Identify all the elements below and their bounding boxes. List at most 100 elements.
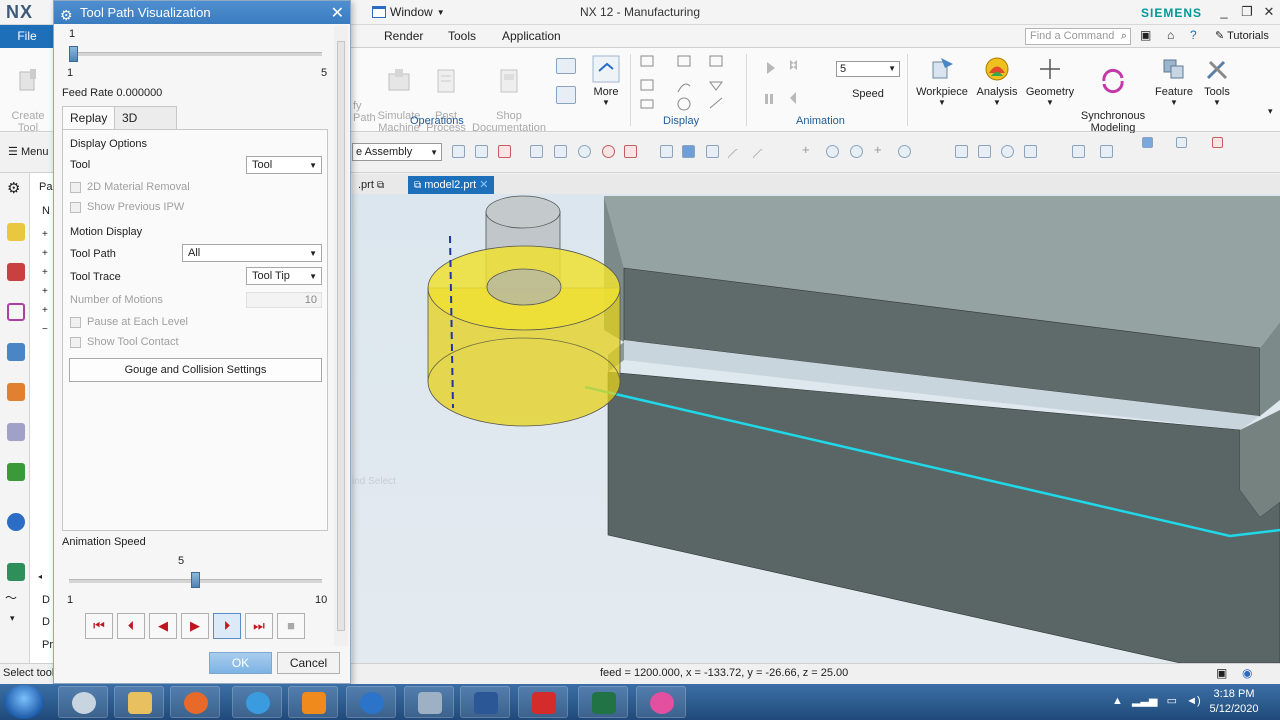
create-tool-button[interactable]: Create Tool	[8, 54, 48, 134]
geometry-button[interactable]: Geometry ▼	[1024, 54, 1076, 107]
scroll-down-icon[interactable]: ▾	[10, 613, 15, 624]
show-tool-contact-checkbox[interactable]	[70, 337, 81, 348]
machine-tool-icon[interactable]	[7, 263, 25, 281]
select-icon[interactable]	[452, 145, 465, 158]
view-fit-icon[interactable]	[955, 145, 968, 158]
rotate-icon[interactable]	[1001, 145, 1014, 158]
minimize-button[interactable]: _	[1213, 3, 1235, 21]
play-backward-button[interactable]: ◀	[149, 613, 177, 639]
2d-material-removal-checkbox[interactable]	[70, 182, 81, 193]
circle-icon[interactable]	[826, 145, 839, 158]
close-window-button[interactable]: ✕	[1258, 3, 1280, 21]
gouge-and-collision-settings-button[interactable]: Gouge and Collision Settings	[69, 358, 322, 382]
fast-forward-to-end-button[interactable]: ⏭	[245, 613, 273, 639]
status-globe-icon[interactable]: ◉	[1242, 666, 1252, 680]
dialog-scrollbar-thumb[interactable]	[337, 41, 345, 631]
restore-button[interactable]: ❐	[1236, 3, 1258, 21]
wcs-icon[interactable]	[1212, 137, 1223, 148]
help-icon[interactable]: ?	[1190, 28, 1197, 42]
plus-icon[interactable]: +	[802, 142, 815, 157]
graphics-window[interactable]: ind Select	[352, 194, 1280, 663]
solid-view-icon[interactable]	[682, 145, 695, 158]
display-mode-icon[interactable]	[1100, 145, 1113, 158]
layer-icon[interactable]	[1072, 145, 1085, 158]
circle-snap-icon[interactable]	[578, 145, 591, 158]
step-back-button[interactable]: ⏴	[117, 613, 145, 639]
orient-view-icon[interactable]	[1142, 137, 1153, 148]
gear-icon[interactable]: ⚙	[60, 4, 73, 27]
verify-path-button[interactable]: fy Path	[353, 54, 376, 124]
taskbar-app-generic[interactable]	[346, 686, 396, 718]
crosshair-icon[interactable]: +	[874, 142, 887, 157]
menu-button[interactable]: ☰ Menu	[8, 145, 48, 158]
tab-application[interactable]: Application	[502, 29, 561, 43]
render-style-icon[interactable]	[1176, 137, 1187, 148]
top-slider-thumb[interactable]	[69, 46, 78, 62]
pan-icon[interactable]	[1024, 145, 1037, 158]
tree-expanders[interactable]: + + + + + −	[42, 225, 48, 339]
analysis-button[interactable]: Analysis ▼	[974, 54, 1020, 107]
pause-at-each-level-checkbox[interactable]	[70, 317, 81, 328]
dialog-title-bar[interactable]: ⚙ Tool Path Visualization ✕	[54, 1, 350, 24]
taskbar-app-nx[interactable]	[58, 686, 108, 718]
show-previous-ipw-checkbox[interactable]	[70, 202, 81, 213]
filter-icon[interactable]	[475, 145, 488, 158]
tools-button[interactable]: Tools ▼	[1198, 54, 1236, 107]
tool-display-combo[interactable]: Tool ▼	[246, 156, 322, 174]
synchronous-modeling-button[interactable]: Synchronous Modeling	[1080, 54, 1146, 134]
constraint-navigator-icon[interactable]	[7, 383, 25, 401]
operation-icon[interactable]	[556, 58, 576, 74]
top-slider-track[interactable]	[69, 52, 322, 56]
start-button[interactable]	[4, 685, 44, 719]
tool-trace-combo[interactable]: Tool Tip ▼	[246, 267, 322, 285]
gear-icon[interactable]: ⚙	[7, 179, 20, 197]
tab-file[interactable]: File	[0, 25, 54, 48]
taskbar-app-media[interactable]	[288, 686, 338, 718]
ok-button[interactable]: OK	[209, 652, 272, 674]
assembly-navigator-icon[interactable]	[7, 343, 25, 361]
zoom-icon[interactable]	[978, 145, 991, 158]
step-forward-button[interactable]: ⏵	[213, 613, 241, 639]
window-layout-icon[interactable]: ▣	[1140, 28, 1151, 42]
tab-render[interactable]: Render	[384, 29, 423, 43]
shaded-view-icon[interactable]	[660, 145, 673, 158]
system-tray[interactable]: ▲ ▂▃▅ ▭ ◄)	[1112, 694, 1201, 707]
palette-icon[interactable]	[7, 463, 25, 481]
number-of-motions-field[interactable]: 10	[246, 292, 322, 308]
full-screen-icon[interactable]: ▣	[1216, 666, 1227, 680]
shop-documentation-button[interactable]: Shop Documentation	[470, 54, 548, 134]
taskbar-app-calculator[interactable]	[404, 686, 454, 718]
clock[interactable]: 3:18 PM 5/12/2020	[1208, 687, 1260, 717]
tab-replay[interactable]: Replay	[62, 106, 116, 129]
home-icon[interactable]: ⌂	[1167, 28, 1174, 42]
stop-button[interactable]: ■	[277, 613, 305, 639]
detail-panel-item[interactable]: D	[42, 594, 50, 606]
close-tab-icon[interactable]: ✕	[479, 179, 488, 191]
cancel-button[interactable]: Cancel	[277, 652, 340, 674]
tutorials-link[interactable]: ✎ Tutorials	[1215, 29, 1269, 42]
operation-navigator-icon[interactable]	[7, 223, 25, 241]
taskbar-app-explorer[interactable]	[114, 686, 164, 718]
tool-path-combo[interactable]: All ▼	[182, 244, 322, 262]
speed-combo[interactable]: 5 ▼	[836, 61, 900, 77]
web-browser-icon[interactable]	[7, 563, 25, 581]
tab-tools[interactable]: Tools	[448, 29, 476, 43]
dependencies-panel-item[interactable]: D	[42, 616, 50, 628]
line-icon[interactable]	[727, 148, 746, 167]
snap-point-icon[interactable]	[498, 145, 511, 158]
preview-panel-item[interactable]: Pr	[42, 639, 53, 651]
reuse-library-icon[interactable]	[7, 423, 25, 441]
circle-center-icon[interactable]	[850, 145, 863, 158]
curve-icon[interactable]	[752, 148, 771, 167]
dialog-scrollbar[interactable]	[334, 26, 348, 646]
animation-controls-icons[interactable]	[760, 56, 820, 106]
part-navigator-icon[interactable]	[7, 303, 25, 321]
taskbar-app-ie[interactable]	[232, 686, 282, 718]
more-button[interactable]: More ▼	[590, 54, 622, 107]
doc-tab-inactive[interactable]: .prt ⧉	[352, 176, 390, 194]
point-icon[interactable]	[898, 145, 911, 158]
workpiece-button[interactable]: Workpiece ▼	[914, 54, 970, 107]
operation-list-icon[interactable]	[556, 86, 576, 104]
speed-slider-thumb[interactable]	[191, 572, 200, 588]
taskbar-app-word[interactable]	[460, 686, 510, 718]
